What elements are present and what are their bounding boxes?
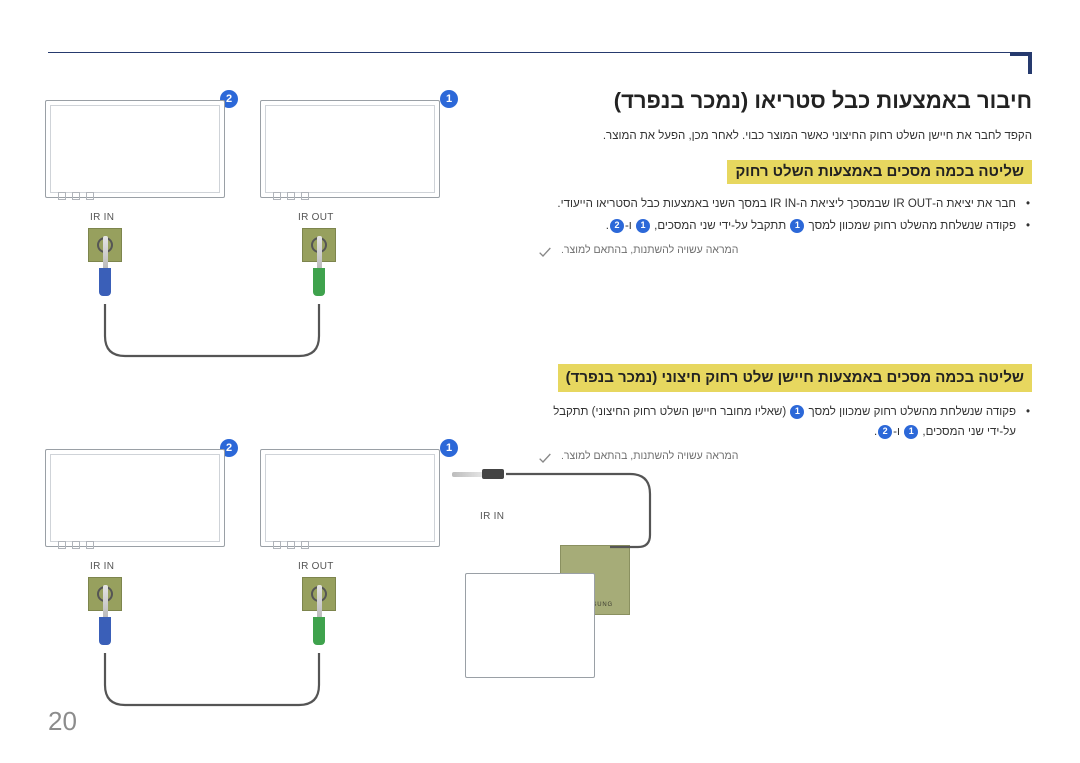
cable-a bbox=[50, 96, 480, 386]
text-column: חיבור באמצעות כבל סטריאו (נמכר בנפרד) הק… bbox=[537, 88, 1032, 466]
cable-sensor bbox=[450, 445, 670, 705]
badge-1-inline: 1 bbox=[790, 405, 804, 419]
page-top-rule bbox=[48, 52, 1032, 53]
diagram-stereo-cable: 1 2 IR OUT IR IN bbox=[50, 96, 480, 386]
badge-2-inline: 2 bbox=[878, 425, 892, 439]
section2-title: שליטה בכמה מסכים באמצעות חיישן שלט רחוק … bbox=[558, 364, 1032, 392]
section1-note: המראה עשויה להשתנות, בהתאם למוצר. bbox=[537, 244, 1032, 260]
checkmark-icon bbox=[537, 244, 553, 260]
list-item: חבר את יציאת ה-IR OUT שבמסכך ליציאת ה-IR… bbox=[537, 194, 1032, 214]
cable-b1 bbox=[50, 445, 480, 735]
badge-1-inline: 1 bbox=[904, 425, 918, 439]
section1-bullets: חבר את יציאת ה-IR OUT שבמסכך ליציאת ה-IR… bbox=[537, 194, 1032, 236]
section1-title: שליטה בכמה מסכים באמצעות השלט רחוק bbox=[727, 160, 1032, 184]
badge-2-inline: 2 bbox=[610, 219, 624, 233]
badge-1-inline: 1 bbox=[636, 219, 650, 233]
list-item: פקודה שנשלחת מהשלט רחוק שמכוון למסך 1 (ש… bbox=[537, 402, 1032, 442]
section2-bullets: פקודה שנשלחת מהשלט רחוק שמכוון למסך 1 (ש… bbox=[537, 402, 1032, 442]
badge-1-inline: 1 bbox=[790, 219, 804, 233]
note-text: המראה עשויה להשתנות, בהתאם למוצר. bbox=[561, 244, 738, 256]
main-title: חיבור באמצעות כבל סטריאו (נמכר בנפרד) bbox=[537, 88, 1032, 114]
page-number: 20 bbox=[48, 706, 77, 737]
diagram-external-sensor: 1 2 IR OUT IR IN IR IN SAMSUNG bbox=[50, 445, 670, 705]
corner-mark-icon bbox=[1010, 52, 1032, 74]
list-item: פקודה שנשלחת מהשלט רחוק שמכוון למסך 1 תת… bbox=[537, 216, 1032, 236]
intro-paragraph: הקפד לחבר את חיישן השלט רחוק החיצוני כאש… bbox=[537, 128, 1032, 146]
